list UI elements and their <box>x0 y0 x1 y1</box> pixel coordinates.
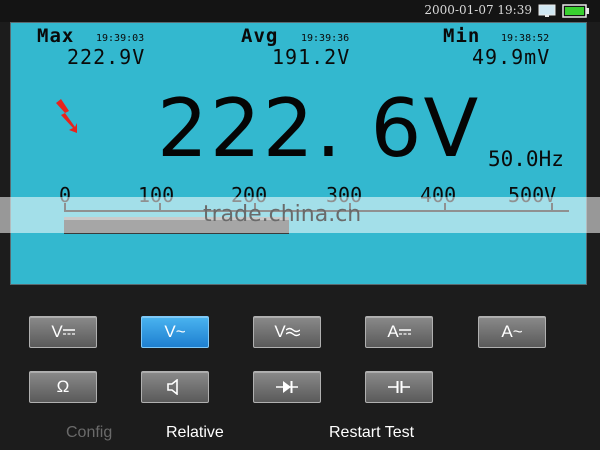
max-time: 19:39:03 <box>96 33 145 44</box>
avg-label: Avg <box>241 25 279 47</box>
resistance-label: Ω <box>56 377 70 396</box>
ac-dc-voltage-button[interactable]: V <box>253 316 321 348</box>
status-bar: 2000-01-07 19:39 <box>0 0 600 22</box>
avg-value: 191.2V <box>272 45 351 69</box>
ac-voltage-button[interactable]: V~ <box>141 316 209 348</box>
max-value: 222.9V <box>67 45 146 69</box>
resistance-button[interactable]: Ω <box>29 371 97 403</box>
restart-test-softkey[interactable]: Restart Test <box>329 424 414 442</box>
dc-current-button[interactable]: A <box>365 316 433 348</box>
capacitor-icon <box>388 381 410 393</box>
min-time: 19:38:52 <box>501 33 550 44</box>
dc-voltage-button[interactable]: V <box>29 316 97 348</box>
avg-time: 19:39:36 <box>301 33 350 44</box>
status-datetime: 2000-01-07 19:39 <box>424 3 532 17</box>
config-softkey[interactable]: Config <box>66 424 112 442</box>
speaker-icon <box>167 379 178 395</box>
continuity-button[interactable] <box>141 371 209 403</box>
min-label: Min <box>443 25 481 47</box>
dc-symbol-icon <box>62 329 75 335</box>
watermark-text: trade.china.cn <box>203 202 362 227</box>
main-reading: 222. 6V <box>157 82 481 175</box>
measurement-display: Max 19:39:03 222.9V Avg 19:39:36 191.2V … <box>10 22 587 285</box>
dc-symbol-icon <box>398 329 411 335</box>
ac-dc-symbol-icon <box>285 327 300 337</box>
dc-current-label: A <box>387 322 399 341</box>
ac-dc-voltage-label: V <box>274 322 286 341</box>
ac-current-button[interactable]: A~ <box>478 316 546 348</box>
diode-button[interactable] <box>253 371 321 403</box>
diode-icon <box>276 381 298 393</box>
max-label: Max <box>37 25 75 47</box>
relative-softkey[interactable]: Relative <box>166 424 224 442</box>
dc-voltage-label: V <box>51 322 63 341</box>
high-voltage-icon <box>56 99 77 133</box>
ac-current-label: A~ <box>501 322 523 341</box>
battery-icon <box>562 4 589 18</box>
frequency-reading: 50.0Hz <box>488 147 564 171</box>
monitor-icon <box>538 4 556 17</box>
capacitance-button[interactable] <box>365 371 433 403</box>
ac-voltage-label: V~ <box>164 322 186 341</box>
min-value: 49.9mV <box>472 45 551 69</box>
